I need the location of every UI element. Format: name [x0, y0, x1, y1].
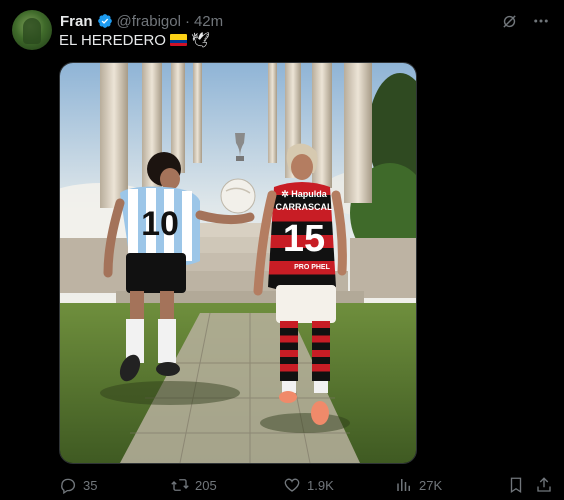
tweet-text-content: EL HEREDERO: [59, 31, 166, 49]
tweet-text: EL HEREDERO 🕊: [59, 31, 211, 50]
right-jersey-sponsor2: PRO PHEL: [294, 264, 331, 271]
action-bar: 35 205 1.9K 27K: [59, 474, 553, 496]
grok-icon[interactable]: [500, 12, 518, 30]
bookmark-icon: [510, 477, 522, 494]
tweet-image[interactable]: 10 ✲ Hapulda CARRASCAL 15 PRO PHEL: [59, 62, 417, 464]
author-handle[interactable]: @frabigol: [117, 13, 181, 30]
views-button[interactable]: 27K: [395, 476, 442, 494]
bookmark-button[interactable]: [507, 476, 525, 494]
header-actions: [500, 11, 550, 31]
share-button[interactable]: [535, 476, 553, 494]
reply-icon: [61, 478, 76, 494]
views-count: 27K: [419, 477, 443, 493]
right-jersey-number: 15: [283, 218, 325, 260]
colombia-flag-icon: [169, 34, 187, 46]
like-button[interactable]: 1.9K: [283, 476, 334, 494]
avatar[interactable]: [12, 10, 52, 50]
image-illustration: 10 ✲ Hapulda CARRASCAL 15 PRO PHEL: [60, 63, 416, 463]
repost-count: 205: [195, 477, 217, 493]
repost-icon: [171, 479, 189, 491]
heart-icon: [284, 478, 300, 492]
author-name[interactable]: Fran: [60, 13, 93, 30]
views-icon: [397, 479, 410, 491]
right-jersey-sponsor: ✲ Hapulda: [281, 189, 328, 199]
timestamp[interactable]: 42m: [194, 13, 223, 30]
avatar-figure: [23, 18, 41, 44]
repost-button[interactable]: 205: [171, 476, 217, 494]
left-jersey-number: 10: [141, 205, 179, 243]
like-count: 1.9K: [307, 477, 334, 493]
reply-button[interactable]: 35: [59, 476, 97, 494]
dove-emoji-icon: 🕊: [190, 32, 211, 49]
right-jersey-name: CARRASCAL: [276, 202, 333, 212]
separator-dot: ·: [184, 12, 190, 30]
share-icon: [537, 477, 551, 492]
more-options-icon[interactable]: [532, 12, 550, 30]
verified-badge-icon: [97, 13, 113, 29]
tweet-header: Fran @frabigol · 42m: [60, 11, 550, 31]
reply-count: 35: [83, 477, 98, 493]
